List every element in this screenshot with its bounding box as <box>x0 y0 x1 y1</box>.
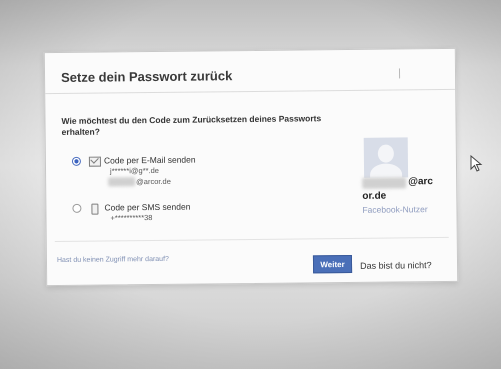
mail-icon <box>88 156 101 167</box>
dialog-header: Setze dein Passwort zurück <box>44 48 456 95</box>
phone-icon <box>91 203 99 215</box>
sms-radio[interactable] <box>72 203 82 213</box>
reset-question: Wie möchtest du den Code zum Zurücksetze… <box>61 113 322 137</box>
dialog-title: Setze dein Passwort zurück <box>60 68 233 85</box>
header-mark <box>398 68 401 79</box>
sms-option-label[interactable]: Code per SMS senden <box>104 202 190 213</box>
continue-button[interactable]: Weiter <box>312 254 353 274</box>
profile-name-domain: or.de <box>362 190 387 202</box>
email-address-2: @arcor.de <box>136 176 171 187</box>
no-access-link[interactable]: Hast du keinen Zugriff mehr darauf? <box>57 256 169 264</box>
cursor-icon <box>470 155 483 172</box>
blurred-profile-name <box>362 177 407 189</box>
phone-number: +**********38 <box>110 213 153 223</box>
email-address-1: j******i@g**.de <box>109 165 159 176</box>
not-you-button[interactable]: Das bist du nicht? <box>360 260 432 271</box>
email-option-label[interactable]: Code per E-Mail senden <box>104 155 196 166</box>
profile-type: Facebook-Nutzer <box>362 204 428 215</box>
profile-name-suffix: @arc <box>408 176 433 188</box>
blurred-email-prefix <box>108 177 136 187</box>
profile-avatar <box>363 137 409 178</box>
footer-divider <box>54 236 449 243</box>
email-radio[interactable] <box>71 156 81 166</box>
reset-password-dialog: Setze dein Passwort zurück Wie möchtest … <box>43 47 459 287</box>
